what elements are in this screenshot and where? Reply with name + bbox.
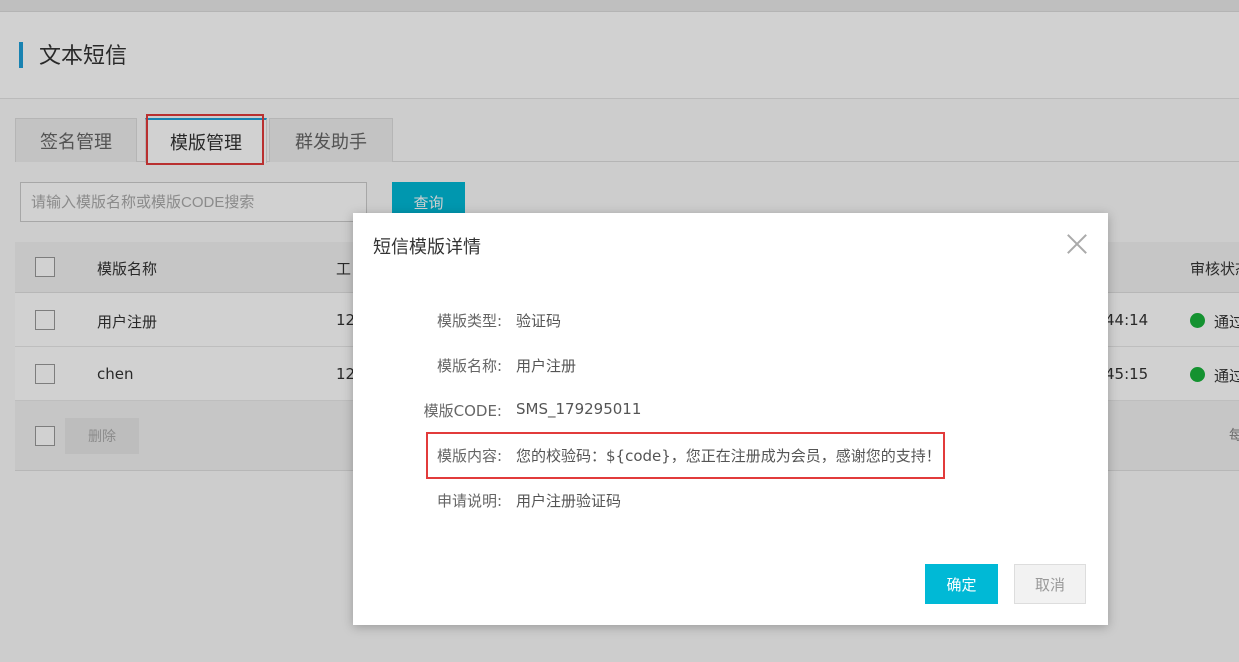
field-value: SMS_179295011 [516,400,642,418]
field-template-type: 模版类型: 验证码 [353,310,1108,332]
field-value: 用户注册 [516,357,577,375]
field-label: 模版类型: [436,312,502,330]
field-template-name: 模版名称: 用户注册 [353,355,1108,377]
content-highlight-box [426,432,945,479]
field-label: 模版CODE: [423,402,502,420]
confirm-button[interactable]: 确定 [925,564,998,604]
close-icon[interactable] [1064,231,1090,257]
modal-title: 短信模版详情 [373,237,481,258]
cancel-button[interactable]: 取消 [1014,564,1086,604]
field-application-note: 申请说明: 用户注册验证码 [353,490,1108,512]
field-template-code: 模版CODE: SMS_179295011 [353,400,1108,422]
field-value: 验证码 [516,312,562,330]
field-label: 模版名称: [436,357,502,375]
template-detail-modal: 短信模版详情 模版类型: 验证码 模版名称: 用户注册 模版CODE: SMS_… [353,213,1108,625]
field-value: 用户注册验证码 [516,492,622,510]
field-label: 申请说明: [436,492,502,510]
